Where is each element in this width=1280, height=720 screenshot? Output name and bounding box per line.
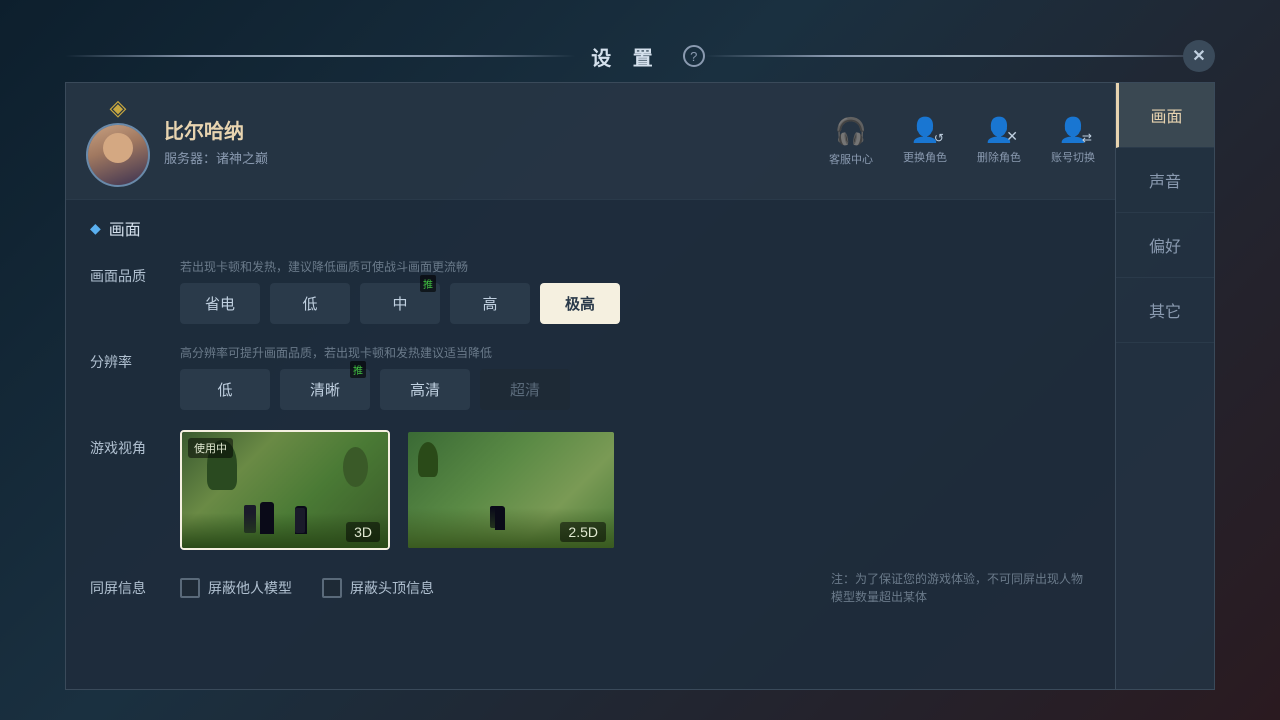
char-1-3d: [260, 502, 274, 534]
switch-account-icon: 👤⇄: [1058, 116, 1088, 145]
profile-header: ◈ 比尔哈纳 服务器：诸神之巅 🎧 客服中心 👤↺: [66, 83, 1115, 200]
avatar-wrapper: ◈: [86, 95, 150, 187]
profile-info: 比尔哈纳 服务器：诸神之巅: [164, 115, 829, 167]
left-panel: ◈ 比尔哈纳 服务器：诸神之巅 🎧 客服中心 👤↺: [65, 82, 1115, 690]
avatar-crown-icon: ◈: [86, 95, 150, 121]
hide-models-label: 屏蔽他人模型: [208, 578, 292, 598]
right-sidebar: 画面 声音 偏好 其它: [1115, 82, 1215, 690]
resolution-low-btn[interactable]: 低: [180, 369, 270, 410]
video-thumbs: 使用中 3D 2.5D: [180, 430, 616, 550]
close-button[interactable]: ✕: [1183, 40, 1215, 72]
settings-modal: 设 置 ? ✕ ◈ 比尔哈纳 服务器：诸神之巅: [65, 30, 1215, 690]
tab-graphics[interactable]: 画面: [1116, 83, 1214, 148]
section-diamond-icon: ◆: [90, 220, 101, 237]
view-angle-row: 游戏视角: [90, 430, 1091, 550]
delete-character-icon: 👤✕: [984, 116, 1014, 145]
tab-preference[interactable]: 偏好: [1116, 213, 1214, 278]
help-button[interactable]: ?: [683, 45, 705, 67]
profile-server: 服务器：诸神之巅: [164, 148, 829, 167]
resolution-clear-btn[interactable]: 清晰: [280, 369, 370, 410]
hide-models-box: [180, 578, 200, 598]
tab-graphics-label: 画面: [1150, 103, 1182, 127]
title-bar-line-right: [705, 55, 1215, 57]
change-character-icon: 👤↺: [910, 116, 940, 145]
image-quality-row: 画面品质 若出现卡顿和发热，建议降低画质可使战斗画面更流畅 省电 低 中 高 极…: [90, 258, 1091, 324]
view-2-5d-thumb[interactable]: 2.5D: [406, 430, 616, 550]
quality-low-btn[interactable]: 低: [270, 283, 350, 324]
title-bar-line-left: [65, 55, 575, 57]
tab-sound-label: 声音: [1149, 168, 1181, 192]
tree-2d-1: [418, 442, 438, 477]
customer-service-label: 客服中心: [829, 151, 873, 167]
checkbox-row: 屏蔽他人模型 屏蔽头顶信息 注：为了保证您的游戏体验，不可同屏出现人物模型数量超…: [180, 570, 1091, 606]
image-quality-controls: 若出现卡顿和发热，建议降低画质可使战斗画面更流畅 省电 低 中 高 极高: [180, 258, 1091, 324]
thumb-2-5d-label: 2.5D: [560, 522, 606, 542]
image-quality-btn-group: 省电 低 中 高 极高: [180, 283, 1091, 324]
change-character-button[interactable]: 👤↺ 更换角色: [903, 116, 947, 167]
profile-actions: 🎧 客服中心 👤↺ 更换角色 👤✕ 删除角色 👤⇄ 账号切换: [829, 116, 1095, 167]
same-screen-note: 注：为了保证您的游戏体验，不可同屏出现人物模型数量超出某体: [831, 570, 1091, 606]
content-area: ◈ 比尔哈纳 服务器：诸神之巅 🎧 客服中心 👤↺: [65, 82, 1215, 690]
hide-models-checkbox[interactable]: 屏蔽他人模型: [180, 578, 292, 598]
image-quality-hint: 若出现卡顿和发热，建议降低画质可使战斗画面更流畅: [180, 258, 1091, 275]
same-screen-row: 同屏信息 屏蔽他人模型 屏蔽头顶信息 注：为了保证您的游戏体验，不可同屏: [90, 570, 1091, 606]
tree-decoration-2: [343, 447, 368, 487]
section-title: ◆ 画面: [90, 216, 1091, 240]
thumb-3d-label: 3D: [346, 522, 380, 542]
section-title-text: 画面: [109, 216, 141, 240]
headset-icon: 🎧: [835, 116, 867, 147]
switch-account-button[interactable]: 👤⇄ 账号切换: [1051, 116, 1095, 167]
resolution-controls: 高分辨率可提升画面品质，若出现卡顿和发热建议适当降低 低 清晰 高清 超清: [180, 344, 1091, 410]
resolution-label: 分辨率: [90, 344, 180, 372]
hide-overhead-label: 屏蔽头顶信息: [350, 578, 434, 598]
quality-power-save-btn[interactable]: 省电: [180, 283, 260, 324]
char-2-3d: [295, 506, 307, 534]
resolution-row: 分辨率 高分辨率可提升画面品质，若出现卡顿和发热建议适当降低 低 清晰 高清 超…: [90, 344, 1091, 410]
title-bar: 设 置 ? ✕: [65, 30, 1215, 82]
tab-other-label: 其它: [1149, 298, 1181, 322]
resolution-ultra-hd-btn[interactable]: 超清: [480, 369, 570, 410]
delete-character-label: 删除角色: [977, 149, 1021, 165]
resolution-hd-btn[interactable]: 高清: [380, 369, 470, 410]
tab-other[interactable]: 其它: [1116, 278, 1214, 343]
resolution-btn-group: 低 清晰 高清 超清: [180, 369, 1091, 410]
thumb-using-label: 使用中: [188, 438, 233, 458]
avatar-face: [88, 125, 148, 185]
modal-title: 设 置: [575, 42, 677, 71]
profile-name: 比尔哈纳: [164, 115, 829, 144]
view-3d-thumb[interactable]: 使用中 3D: [180, 430, 390, 550]
char-2d: [495, 506, 505, 530]
image-quality-label: 画面品质: [90, 258, 180, 286]
hide-overhead-checkbox[interactable]: 屏蔽头顶信息: [322, 578, 434, 598]
view-angle-label: 游戏视角: [90, 430, 180, 458]
quality-ultra-btn[interactable]: 极高: [540, 283, 620, 324]
avatar: [86, 123, 150, 187]
resolution-hint: 高分辨率可提升画面品质，若出现卡顿和发热建议适当降低: [180, 344, 1091, 361]
tab-preference-label: 偏好: [1149, 233, 1181, 257]
delete-character-button[interactable]: 👤✕ 删除角色: [977, 116, 1021, 167]
settings-content: ◆ 画面 画面品质 若出现卡顿和发热，建议降低画质可使战斗画面更流畅 省电 低 …: [66, 200, 1115, 689]
quality-high-btn[interactable]: 高: [450, 283, 530, 324]
change-character-label: 更换角色: [903, 149, 947, 165]
quality-medium-btn[interactable]: 中: [360, 283, 440, 324]
same-screen-controls: 屏蔽他人模型 屏蔽头顶信息 注：为了保证您的游戏体验，不可同屏出现人物模型数量超…: [180, 570, 1091, 606]
hide-overhead-box: [322, 578, 342, 598]
tab-sound[interactable]: 声音: [1116, 148, 1214, 213]
customer-service-button[interactable]: 🎧 客服中心: [829, 116, 873, 167]
same-screen-label: 同屏信息: [90, 570, 180, 598]
switch-account-label: 账号切换: [1051, 149, 1095, 165]
